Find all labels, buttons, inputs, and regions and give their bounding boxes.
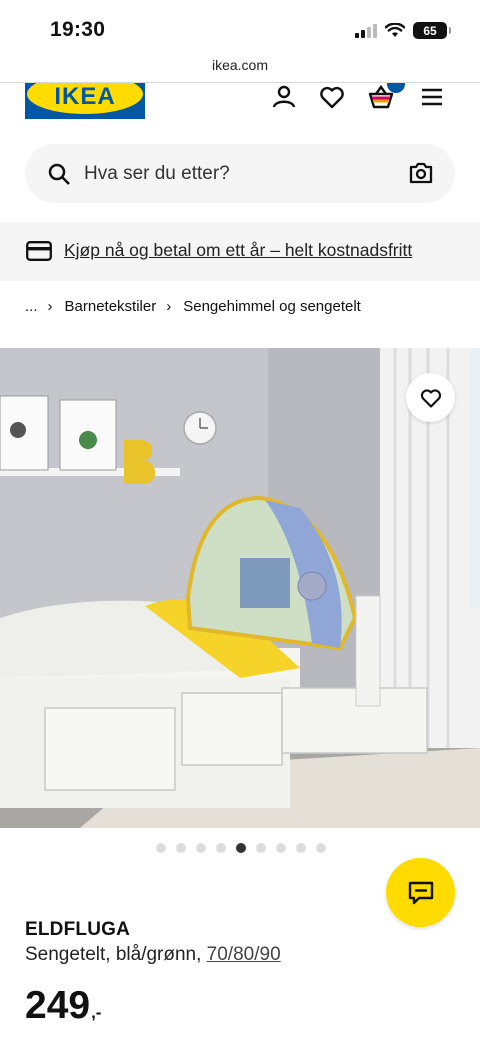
chat-button[interactable] — [386, 858, 455, 927]
logo-text: IKEA — [54, 83, 115, 110]
heart-icon[interactable] — [318, 83, 346, 111]
search-input[interactable] — [84, 163, 384, 185]
status-icons: 65 — [355, 22, 451, 39]
battery-icon: 65 — [413, 22, 451, 39]
chevron-right-icon: › — [166, 298, 172, 315]
breadcrumb-item-sengehimmel[interactable]: Sengehimmel og sengetelt — [183, 298, 361, 315]
ikea-logo[interactable]: IKEA — [25, 74, 145, 119]
chat-bubble-icon — [408, 881, 433, 904]
product-size-link[interactable]: 70/80/90 — [207, 944, 281, 965]
carousel-dot[interactable] — [176, 843, 186, 853]
carousel-dot[interactable] — [156, 843, 166, 853]
promo-link[interactable]: Kjøp nå og betal om ett år – helt kostna… — [64, 240, 412, 261]
promo-banner[interactable]: Kjøp nå og betal om ett år – helt kostna… — [0, 222, 480, 281]
carousel-dot[interactable] — [216, 843, 226, 853]
battery-level: 65 — [423, 23, 437, 38]
breadcrumb: ... › Barnetekstiler › Sengehimmel og se… — [25, 298, 361, 315]
status-time: 19:30 — [50, 18, 106, 41]
carousel-dot[interactable] — [296, 843, 306, 853]
cellular-signal-icon — [355, 23, 377, 38]
carousel-dot[interactable] — [256, 843, 266, 853]
bedroom-scene-illustration — [0, 348, 480, 828]
wifi-icon — [385, 23, 405, 37]
credit-card-icon — [26, 241, 52, 261]
carousel-dot[interactable] — [316, 843, 326, 853]
chevron-right-icon: › — [47, 298, 53, 315]
profile-icon[interactable] — [270, 83, 298, 111]
product-image[interactable] — [0, 348, 480, 828]
breadcrumb-item-barnetekstiler[interactable]: Barnetekstiler — [65, 298, 157, 315]
product-price: 249 ,- — [25, 984, 101, 1028]
breadcrumb-ellipsis[interactable]: ... — [25, 298, 38, 315]
status-bar: 19:30 65 — [0, 0, 480, 58]
url-bar[interactable]: ikea.com — [0, 57, 480, 73]
carousel-dot[interactable] — [276, 843, 286, 853]
heart-icon — [420, 388, 441, 408]
camera-icon[interactable] — [409, 162, 433, 184]
product-description: Sengetelt, blå/grønn, 70/80/90 — [25, 944, 281, 966]
site-header: IKEA — [0, 74, 480, 123]
product-name: ELDFLUGA — [25, 919, 131, 940]
price-suffix: ,- — [91, 1003, 102, 1022]
carousel-dot-active[interactable] — [236, 843, 246, 853]
search-icon[interactable] — [47, 162, 71, 186]
price-value: 249 — [25, 984, 91, 1027]
hamburger-menu-icon[interactable] — [418, 83, 446, 111]
product-type: Sengetelt, blå/grønn, — [25, 944, 207, 965]
add-to-favourites-button[interactable] — [406, 373, 455, 422]
carousel-dot[interactable] — [196, 843, 206, 853]
image-carousel-indicator — [156, 843, 326, 853]
search-bar[interactable] — [25, 144, 455, 203]
